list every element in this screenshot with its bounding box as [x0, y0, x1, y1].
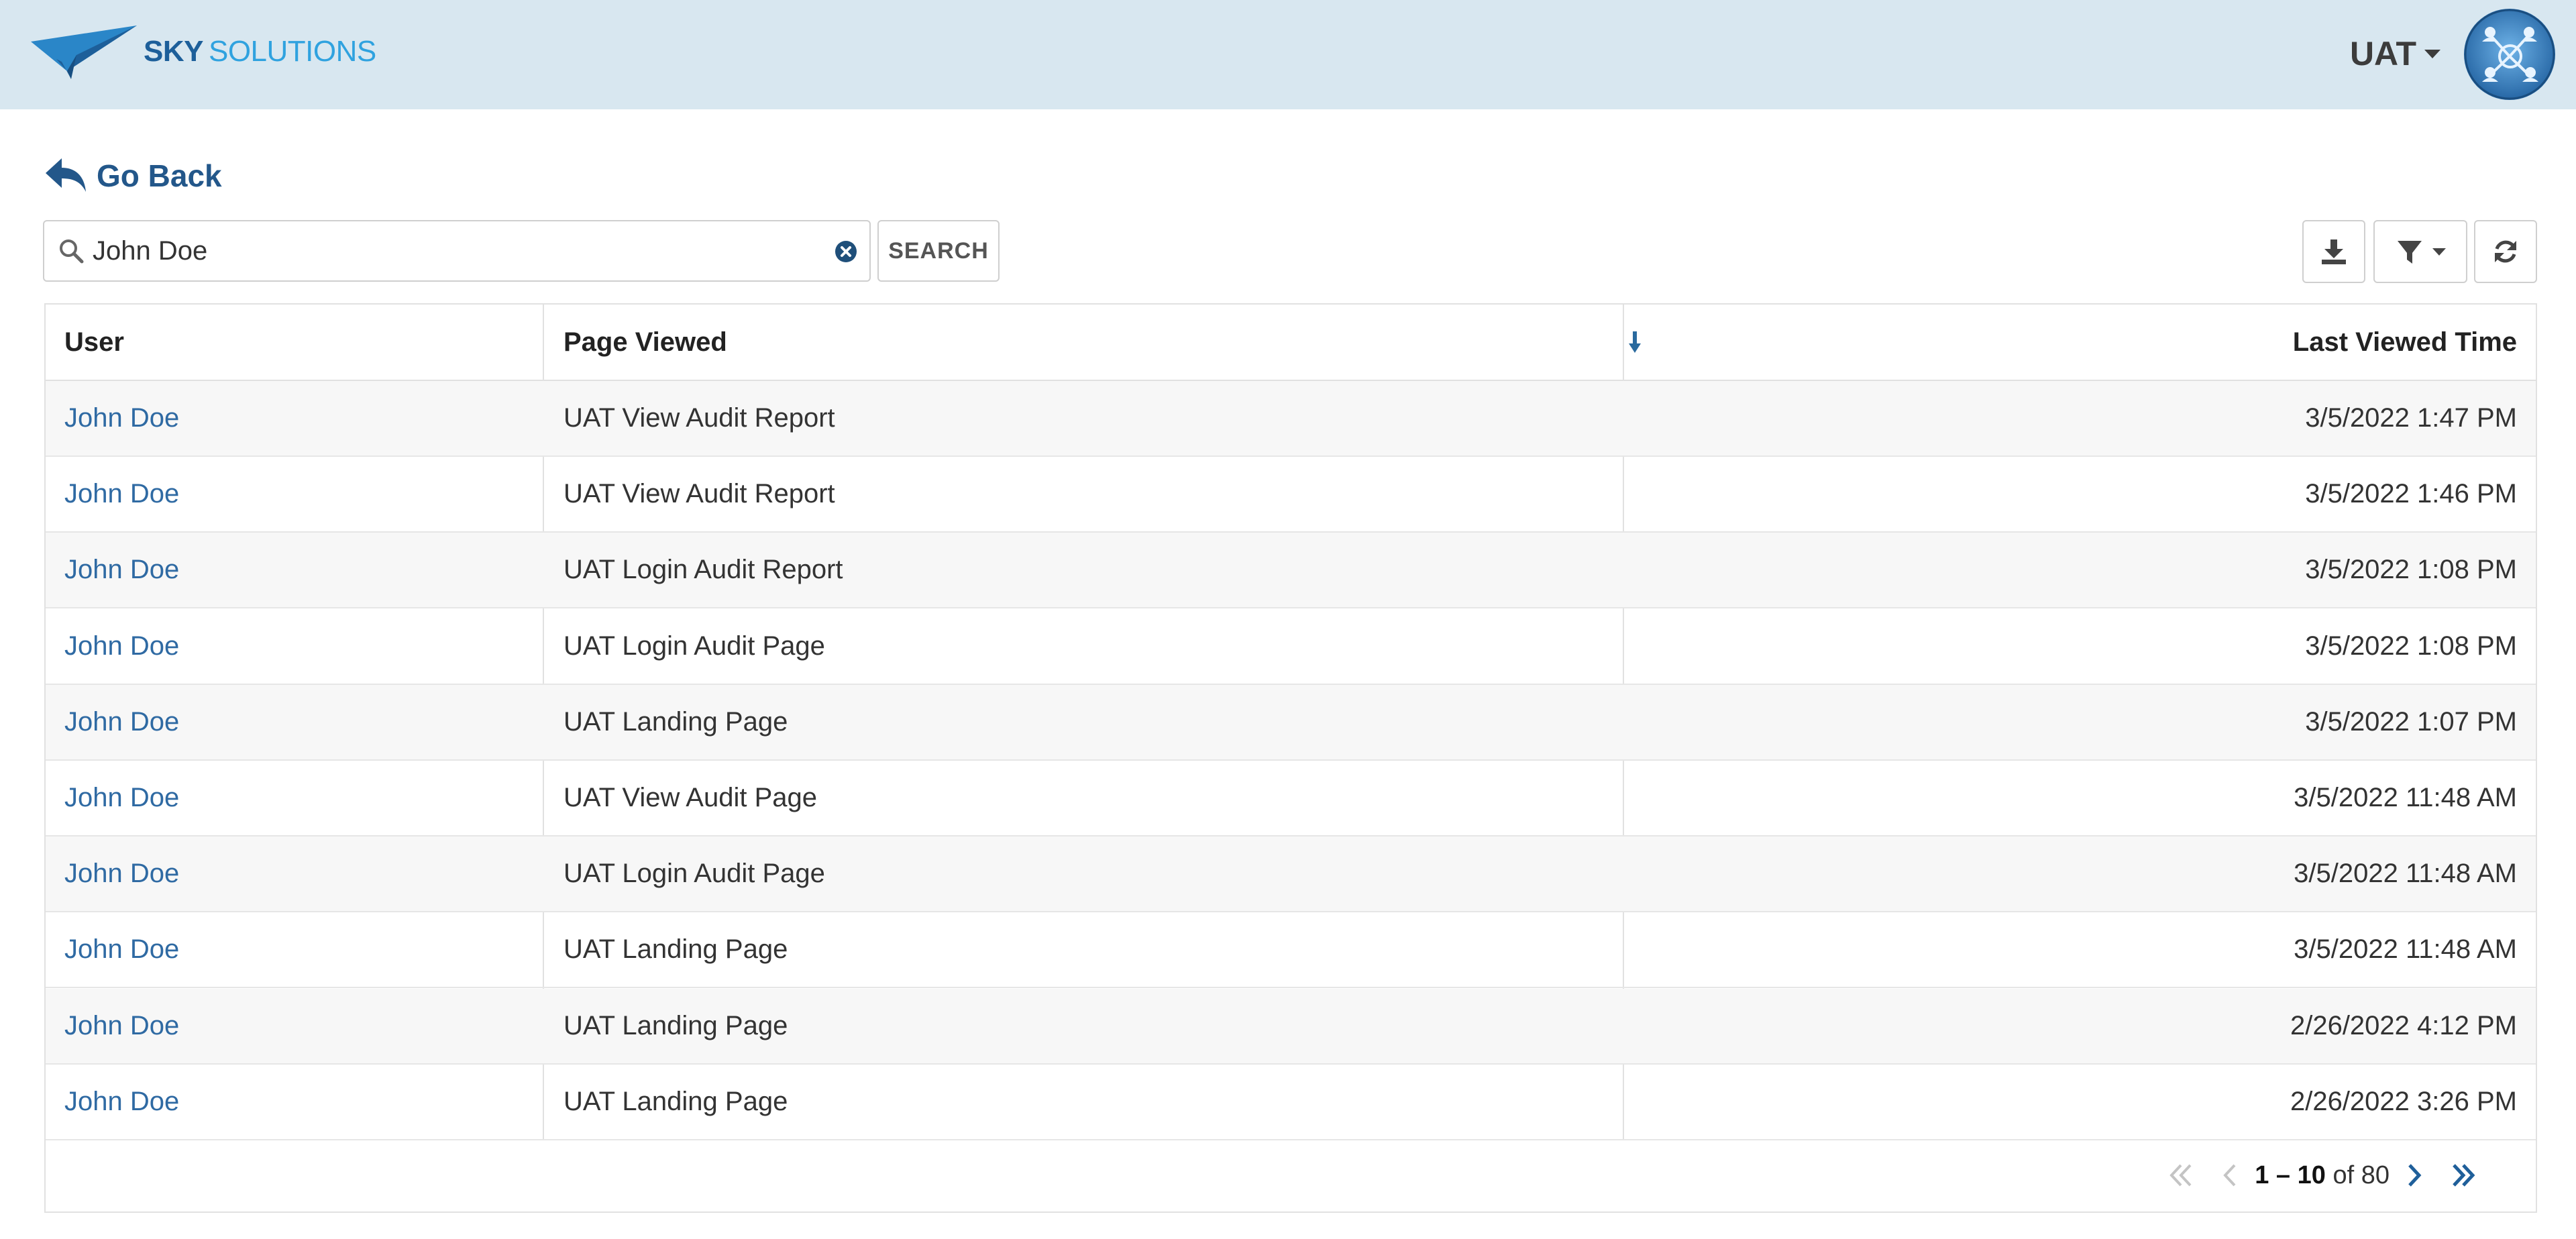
table-row[interactable]: John Doe UAT Landing Page 3/5/2022 1:07 PM [46, 684, 2536, 761]
table-row[interactable]: John Doe UAT Landing Page 2/26/2022 4:12 P… [46, 988, 2536, 1065]
next-page-icon[interactable] [2398, 1159, 2431, 1192]
user-link[interactable]: John Doe [64, 912, 179, 987]
search-field[interactable] [43, 220, 871, 282]
table-row[interactable]: John Doe UAT Login Audit Page 3/5/2022 11:… [46, 837, 2536, 913]
user-link[interactable]: John Doe [64, 989, 179, 1063]
last-viewed-time-cell: 3/5/2022 11:48 AM [2294, 783, 2517, 812]
arrow-down-icon [1629, 331, 1641, 353]
page-viewed-cell: UAT Landing Page [564, 1010, 788, 1040]
last-viewed-time-cell: 2/26/2022 4:12 PM [2290, 1010, 2517, 1040]
last-viewed-time-cell: 3/5/2022 1:47 PM [2305, 403, 2517, 433]
search-button[interactable]: SEARCH [877, 220, 1000, 282]
environment-dropdown[interactable]: UAT [2350, 32, 2440, 75]
table-row[interactable]: John Doe UAT View Audit Page 3/5/2022 11:4… [46, 761, 2536, 837]
caret-down-icon [2424, 49, 2440, 58]
last-viewed-time-cell: 3/5/2022 1:07 PM [2305, 706, 2517, 737]
user-link[interactable]: John Doe [64, 837, 179, 911]
page-viewed-cell: UAT View Audit Report [564, 479, 835, 509]
last-viewed-time-cell: 3/5/2022 1:08 PM [2305, 631, 2517, 661]
user-link[interactable]: John Doe [64, 685, 179, 759]
column-header-page-viewed[interactable]: Page Viewed [564, 305, 727, 380]
avatar[interactable] [2463, 8, 2556, 101]
user-link[interactable]: John Doe [64, 761, 179, 835]
filter-dropdown-button[interactable] [2373, 220, 2467, 283]
paper-plane-icon [31, 25, 137, 79]
user-link[interactable]: John Doe [64, 457, 179, 531]
table-row[interactable]: John Doe UAT Login Audit Page 3/5/2022 1:0… [46, 609, 2536, 685]
user-link[interactable]: John Doe [64, 381, 179, 455]
reply-arrow-icon [46, 158, 86, 192]
refresh-button[interactable] [2474, 220, 2537, 283]
last-viewed-time-cell: 3/5/2022 1:46 PM [2305, 479, 2517, 509]
go-back-link[interactable]: Go Back [42, 150, 222, 201]
first-page-icon[interactable] [2163, 1159, 2197, 1192]
refresh-icon [2495, 240, 2516, 263]
page-viewed-cell: UAT Landing Page [564, 706, 788, 737]
last-viewed-time-cell: 3/5/2022 11:48 AM [2294, 934, 2517, 965]
page-range-value: 1 – 10 [2255, 1161, 2326, 1189]
page-viewed-cell: UAT Login Audit Page [564, 859, 825, 889]
page-total: 80 [2361, 1161, 2390, 1189]
search-icon [60, 239, 84, 264]
table-row[interactable]: John Doe UAT Login Audit Report 3/5/2022 1… [46, 533, 2536, 609]
brand-name-primary: SKY [144, 35, 203, 68]
table-header: User Page Viewed Last Viewed Time [46, 305, 2536, 381]
brand-logo[interactable]: SKY SOLUTIONS [30, 21, 376, 82]
table-row[interactable]: John Doe UAT Landing Page 2/26/2022 3:26 P… [46, 1065, 2536, 1140]
sort-column-header[interactable] [1626, 305, 1666, 380]
caret-down-icon [2432, 248, 2446, 256]
last-viewed-time-cell: 3/5/2022 11:48 AM [2294, 859, 2517, 889]
clear-search-icon[interactable] [835, 240, 857, 263]
page-range: 1 – 10 of 80 [2255, 1161, 2390, 1190]
environment-label: UAT [2349, 35, 2416, 72]
pagination: 1 – 10 of 80 [2155, 1150, 2489, 1201]
go-back-label: Go Back [97, 158, 222, 193]
previous-page-icon[interactable] [2213, 1159, 2247, 1192]
page-of-label: of [2332, 1161, 2355, 1189]
brand-name: SKY SOLUTIONS [144, 35, 376, 68]
user-link[interactable]: John Doe [64, 533, 179, 607]
page-viewed-cell: UAT View Audit Report [564, 403, 835, 433]
last-viewed-time-cell: 3/5/2022 1:08 PM [2305, 555, 2517, 585]
last-page-icon[interactable] [2447, 1159, 2481, 1192]
top-header: SKY SOLUTIONS UAT [0, 0, 2576, 109]
column-header-last-viewed-time[interactable]: Last Viewed Time [2293, 305, 2517, 380]
download-icon [2322, 239, 2346, 264]
page-viewed-cell: UAT Landing Page [564, 934, 788, 965]
download-button[interactable] [2302, 220, 2365, 283]
user-link[interactable]: John Doe [64, 609, 179, 684]
audit-table: User Page Viewed Last Viewed Time John D… [44, 303, 2537, 1213]
filter-icon [2398, 241, 2422, 264]
search-input[interactable] [93, 229, 804, 272]
page-viewed-cell: UAT View Audit Page [564, 783, 818, 812]
page-viewed-cell: UAT Login Audit Report [564, 555, 843, 585]
column-header-user[interactable]: User [64, 305, 124, 380]
page-viewed-cell: UAT Login Audit Page [564, 631, 825, 661]
page-viewed-cell: UAT Landing Page [564, 1086, 788, 1116]
network-avatar-icon [2464, 9, 2555, 100]
table-row[interactable]: John Doe UAT View Audit Report 3/5/2022 1:… [46, 381, 2536, 457]
user-link[interactable]: John Doe [64, 1065, 179, 1139]
brand-name-secondary: SOLUTIONS [208, 35, 376, 68]
table-row[interactable]: John Doe UAT View Audit Report 3/5/2022 1:… [46, 457, 2536, 533]
last-viewed-time-cell: 2/26/2022 3:26 PM [2290, 1086, 2517, 1116]
table-row[interactable]: John Doe UAT Landing Page 3/5/2022 11:48 A… [46, 912, 2536, 989]
